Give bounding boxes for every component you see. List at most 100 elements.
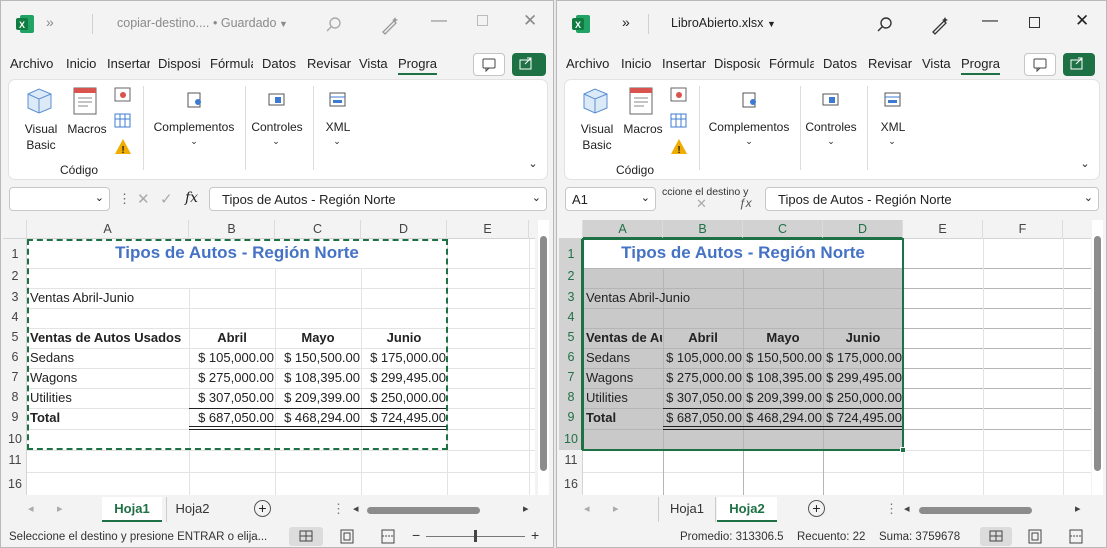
row-header[interactable]: 10 bbox=[3, 432, 27, 446]
prev-sheet-icon[interactable]: ◂ bbox=[584, 502, 590, 515]
row-header[interactable]: 3 bbox=[559, 290, 583, 304]
document-title[interactable]: LibroAbierto.xlsx bbox=[671, 16, 763, 30]
tab-datos[interactable]: Datos bbox=[262, 56, 296, 71]
row-header[interactable]: 5 bbox=[3, 330, 27, 344]
next-sheet-icon[interactable]: ▸ bbox=[57, 502, 63, 515]
column-header-f[interactable]: F bbox=[983, 220, 1063, 239]
chevron-down-icon[interactable]: ⌄ bbox=[641, 191, 650, 204]
tab-disposicion[interactable]: Disposic bbox=[714, 56, 760, 71]
chevron-down-icon[interactable]: ⌄ bbox=[189, 133, 199, 149]
maximize-icon[interactable] bbox=[1029, 17, 1040, 28]
select-all-corner[interactable] bbox=[559, 220, 583, 239]
row-header[interactable]: 7 bbox=[3, 370, 27, 384]
column-header-a[interactable]: A bbox=[27, 220, 189, 239]
column-header-c[interactable]: C bbox=[743, 220, 823, 239]
record-macro-icon[interactable] bbox=[670, 86, 688, 104]
column-header-e[interactable]: E bbox=[447, 220, 529, 239]
page-layout-icon[interactable] bbox=[338, 528, 356, 545]
row-header[interactable]: 16 bbox=[3, 477, 27, 491]
xml-icon[interactable] bbox=[883, 90, 903, 110]
search-icon[interactable] bbox=[876, 16, 894, 34]
sheet-grid[interactable]: A B C D E F 1 2 3 4 5 6 7 8 9 10 11 16 T… bbox=[559, 220, 1103, 495]
tab-programador[interactable]: Progra bbox=[398, 56, 438, 75]
chevron-down-icon[interactable]: ⌄ bbox=[271, 133, 281, 149]
scroll-right-icon[interactable]: ▸ bbox=[523, 502, 529, 515]
macros-label[interactable]: Macros bbox=[621, 121, 665, 137]
designer-pen-icon[interactable] bbox=[380, 15, 400, 35]
share-button[interactable] bbox=[1063, 53, 1095, 76]
zoom-in-icon[interactable]: + bbox=[531, 527, 539, 543]
visual-basic-label[interactable]: Visual Basic bbox=[575, 121, 619, 153]
column-header-c[interactable]: C bbox=[275, 220, 361, 239]
add-sheet-button[interactable]: + bbox=[254, 500, 271, 517]
tab-inicio[interactable]: Inicio bbox=[66, 56, 96, 71]
horizontal-scroll-thumb[interactable] bbox=[919, 507, 1032, 514]
minimize-icon[interactable]: — bbox=[982, 12, 998, 30]
row-header[interactable]: 3 bbox=[3, 290, 27, 304]
row-header[interactable]: 7 bbox=[559, 370, 583, 384]
addins-icon[interactable] bbox=[740, 90, 760, 110]
tabs-splitter-grip[interactable]: ⋮ bbox=[885, 501, 898, 517]
chevron-down-icon[interactable]: ⌄ bbox=[332, 133, 342, 149]
zoom-slider-thumb[interactable] bbox=[474, 530, 477, 542]
search-icon[interactable] bbox=[325, 16, 343, 34]
maximize-icon[interactable] bbox=[477, 15, 488, 26]
document-title[interactable]: copiar-destino.... bbox=[117, 16, 209, 30]
tab-revisar[interactable]: Revisar bbox=[868, 56, 912, 71]
chevron-down-icon[interactable]: ▼ bbox=[279, 19, 288, 29]
comments-button[interactable] bbox=[473, 53, 505, 76]
chevron-down-icon[interactable]: ⌄ bbox=[744, 133, 754, 149]
quick-access-chevron[interactable]: » bbox=[46, 14, 54, 30]
page-layout-icon[interactable] bbox=[1026, 528, 1044, 545]
insert-function-button[interactable]: fx bbox=[185, 190, 198, 206]
scroll-left-icon[interactable]: ◂ bbox=[353, 502, 359, 515]
enter-icon[interactable]: ✓ bbox=[160, 190, 173, 208]
select-all-corner[interactable] bbox=[3, 220, 27, 239]
row-header[interactable]: 10 bbox=[559, 432, 583, 446]
tab-revisar[interactable]: Revisar bbox=[307, 56, 351, 71]
tab-datos[interactable]: Datos bbox=[823, 56, 857, 71]
relative-refs-icon[interactable] bbox=[114, 112, 132, 130]
row-header[interactable]: 1 bbox=[3, 247, 27, 261]
sheet-tab-hoja1[interactable]: Hoja1 bbox=[658, 497, 716, 522]
tabs-splitter-grip[interactable]: ⋮ bbox=[332, 501, 345, 517]
tab-formulas[interactable]: Fórmula bbox=[210, 56, 253, 71]
add-sheet-button[interactable]: + bbox=[808, 500, 825, 517]
collapse-ribbon-icon[interactable]: ⌄ bbox=[1079, 156, 1091, 172]
close-icon[interactable]: ✕ bbox=[1075, 11, 1089, 31]
column-header-a[interactable]: A bbox=[583, 220, 663, 239]
macro-security-warning-icon[interactable]: ! bbox=[114, 138, 132, 156]
chevron-down-icon[interactable]: ⌄ bbox=[887, 133, 897, 149]
visual-basic-icon[interactable] bbox=[581, 86, 611, 116]
sheet-grid[interactable]: A B C D E 1 2 3 4 5 6 7 8 9 10 11 16 Tip… bbox=[3, 220, 549, 495]
fill-handle[interactable] bbox=[900, 447, 906, 453]
scroll-left-icon[interactable]: ◂ bbox=[904, 502, 910, 515]
quick-access-chevron[interactable]: » bbox=[622, 14, 630, 30]
comments-button[interactable] bbox=[1024, 53, 1056, 76]
collapse-ribbon-icon[interactable]: ⌄ bbox=[527, 156, 539, 172]
chevron-down-icon[interactable]: ⌄ bbox=[826, 133, 836, 149]
controls-icon[interactable] bbox=[267, 90, 287, 110]
cancel-icon[interactable]: ✕ bbox=[696, 196, 707, 212]
tab-disposicion[interactable]: Disposi bbox=[158, 56, 202, 71]
macro-security-warning-icon[interactable]: ! bbox=[670, 138, 688, 156]
controls-icon[interactable] bbox=[821, 90, 841, 110]
macros-icon[interactable] bbox=[72, 86, 102, 118]
row-header[interactable]: 4 bbox=[3, 310, 27, 324]
row-header[interactable]: 6 bbox=[3, 350, 27, 364]
row-header[interactable]: 1 bbox=[559, 247, 583, 261]
row-header[interactable]: 5 bbox=[559, 330, 583, 344]
chevron-down-icon[interactable]: ⌄ bbox=[95, 191, 104, 204]
tab-programador[interactable]: Progra bbox=[961, 56, 1001, 75]
chevron-down-icon[interactable]: ▼ bbox=[767, 19, 776, 29]
scroll-right-icon[interactable]: ▸ bbox=[1075, 502, 1081, 515]
vertical-scroll-thumb[interactable] bbox=[540, 236, 547, 471]
chevron-down-icon[interactable]: ⌄ bbox=[532, 191, 541, 204]
visual-basic-icon[interactable] bbox=[25, 86, 55, 116]
tab-vista[interactable]: Vista bbox=[922, 56, 951, 71]
relative-refs-icon[interactable] bbox=[670, 112, 688, 130]
row-header[interactable]: 8 bbox=[3, 390, 27, 404]
column-header-b[interactable]: B bbox=[663, 220, 743, 239]
share-button[interactable] bbox=[512, 53, 546, 76]
formula-input[interactable]: Tipos de Autos - Región Norte ⌄ bbox=[209, 187, 547, 211]
